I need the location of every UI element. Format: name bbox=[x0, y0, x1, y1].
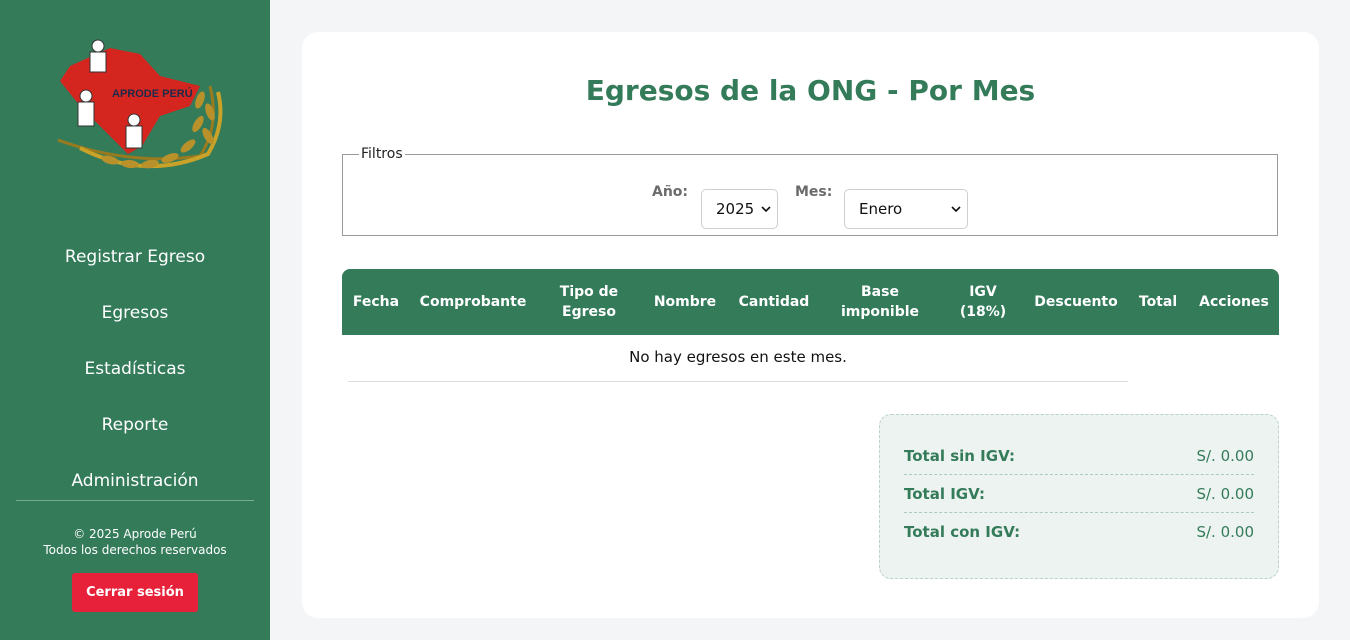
sidebar-divider bbox=[16, 500, 254, 501]
total-con-igv-value: S/. 0.00 bbox=[1196, 523, 1254, 541]
copyright: © 2025 Aprode Perú Todos los derechos re… bbox=[0, 526, 270, 558]
column-header-cantidad: Cantidad bbox=[738, 294, 810, 310]
total-igv-value: S/. 0.00 bbox=[1196, 485, 1254, 503]
logo-text: APRODE PERÚ bbox=[112, 87, 193, 100]
year-select-value: 2025 bbox=[716, 200, 755, 218]
column-header-nombre: Nombre bbox=[653, 294, 717, 310]
table-row-divider bbox=[348, 381, 1128, 382]
total-sin-igv-label: Total sin IGV: bbox=[904, 447, 1015, 465]
sidebar-nav: Registrar Egreso Egresos Estadísticas Re… bbox=[0, 232, 270, 512]
table-empty-message: No hay egresos en este mes. bbox=[629, 348, 847, 366]
total-sin-igv-value: S/. 0.00 bbox=[1196, 447, 1254, 465]
page-title: Egresos de la ONG - Por Mes bbox=[585, 74, 1036, 107]
total-igv-row: Total IGV: S/. 0.00 bbox=[904, 475, 1254, 513]
sidebar-item-administracion[interactable]: Administración bbox=[0, 456, 270, 512]
column-header-igv: IGV (18%) bbox=[959, 284, 1007, 320]
column-header-fecha: Fecha bbox=[352, 294, 400, 310]
sidebar-item-registrar-egreso[interactable]: Registrar Egreso bbox=[0, 232, 270, 288]
year-select[interactable]: 2025 bbox=[701, 189, 778, 229]
sidebar-item-egresos[interactable]: Egresos bbox=[0, 288, 270, 344]
logout-button[interactable]: Cerrar sesión bbox=[72, 573, 198, 612]
column-header-tipo-egreso: Tipo de Egreso bbox=[559, 284, 619, 320]
rights-line: Todos los derechos reservados bbox=[43, 543, 227, 557]
month-select[interactable]: Enero bbox=[844, 189, 968, 229]
column-header-descuento: Descuento bbox=[1034, 294, 1118, 310]
totals-box: Total sin IGV: S/. 0.00 Total IGV: S/. 0… bbox=[879, 414, 1279, 579]
total-con-igv-row: Total con IGV: S/. 0.00 bbox=[904, 513, 1254, 551]
table-header: Fecha Comprobante Tipo de Egreso Nombre … bbox=[342, 269, 1279, 335]
sidebar: APRODE PERÚ Registrar Egreso Egresos Est… bbox=[0, 0, 270, 640]
filters-legend: Filtros bbox=[361, 146, 403, 162]
chevron-down-icon bbox=[761, 206, 771, 213]
chevron-down-icon bbox=[951, 206, 961, 213]
total-igv-label: Total IGV: bbox=[904, 485, 986, 503]
column-header-base-imponible: Base imponible bbox=[840, 284, 920, 320]
sidebar-item-reporte[interactable]: Reporte bbox=[0, 400, 270, 456]
main-card: Egresos de la ONG - Por Mes Filtros Año:… bbox=[302, 32, 1319, 618]
total-sin-igv-row: Total sin IGV: S/. 0.00 bbox=[904, 437, 1254, 475]
aprode-peru-logo: APRODE PERÚ bbox=[57, 39, 223, 169]
month-label: Mes: bbox=[795, 184, 833, 200]
sidebar-item-estadisticas[interactable]: Estadísticas bbox=[0, 344, 270, 400]
column-header-acciones: Acciones bbox=[1199, 294, 1269, 310]
month-select-value: Enero bbox=[859, 200, 903, 218]
copyright-line: © 2025 Aprode Perú bbox=[73, 527, 197, 541]
column-header-total: Total bbox=[1138, 294, 1178, 310]
total-con-igv-label: Total con IGV: bbox=[904, 523, 1021, 541]
year-label: Año: bbox=[652, 184, 689, 200]
column-header-comprobante: Comprobante bbox=[419, 294, 527, 310]
filters-fieldset: Filtros Año: 2025 Mes: Enero bbox=[342, 146, 1278, 236]
